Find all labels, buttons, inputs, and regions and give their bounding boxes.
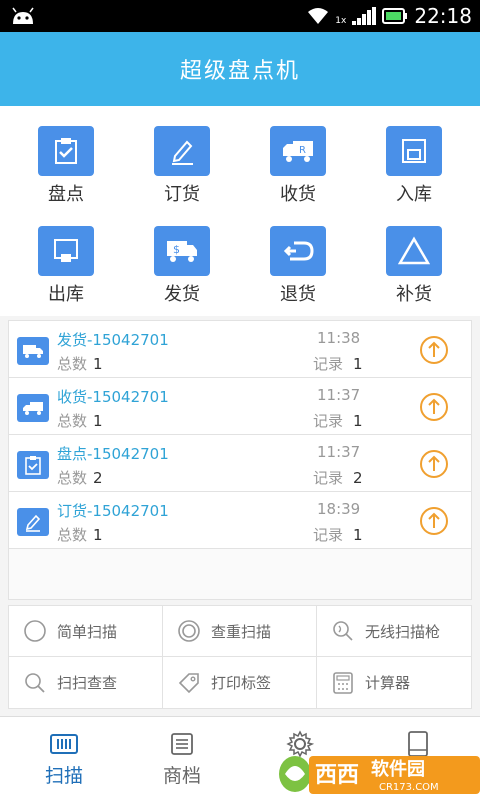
triangle-icon (386, 226, 442, 276)
tool-label: 简单扫描 (57, 622, 118, 641)
wifi-icon (308, 8, 329, 24)
record-time: 11:38 (317, 329, 361, 347)
upload-icon[interactable] (419, 392, 449, 422)
tool-label: 打印标签 (211, 674, 272, 692)
truck-icon (17, 337, 49, 365)
record-title: 收货-15042701 (57, 388, 169, 406)
tool-wireless-scanner[interactable]: 无线扫描枪 (317, 606, 471, 657)
battery-icon (382, 8, 408, 24)
network-type: 1x (335, 16, 347, 26)
tool-label: 扫扫查查 (57, 674, 118, 692)
grid-label: 入库 (396, 184, 432, 205)
circle-icon (21, 617, 49, 645)
record-time: 18:39 (317, 500, 361, 518)
svg-text:CR173.COM: CR173.COM (379, 782, 439, 793)
grid-item-stocktake[interactable]: 盘点 (8, 106, 124, 206)
record-total: 总数 1 (57, 355, 103, 373)
app-header: 超级盘点机 (0, 32, 480, 106)
record-total: 总数 1 (57, 412, 103, 430)
grid-item-receive[interactable]: R 收货 (240, 106, 356, 206)
tool-label: 无线扫描枪 (365, 622, 441, 641)
svg-text:软件园: 软件园 (371, 758, 425, 780)
svg-text:西西: 西西 (315, 763, 359, 788)
store-in-icon (386, 126, 442, 176)
double-circle-icon (175, 617, 203, 645)
clipboard-check-icon (38, 126, 94, 176)
record-title: 盘点-15042701 (57, 445, 169, 463)
nav-label: 商档 (162, 765, 201, 787)
grid-label: 出库 (48, 284, 84, 305)
return-arrow-icon (270, 226, 326, 276)
clock: 22:18 (414, 4, 472, 28)
store-out-icon (38, 226, 94, 276)
tool-dedup-scan[interactable]: 查重扫描 (163, 606, 317, 657)
pen-note-icon (17, 508, 49, 536)
watermark-logo: 西西 软件园 CR173.COM (279, 756, 480, 794)
upload-icon[interactable] (419, 335, 449, 365)
tool-label: 计算器 (365, 674, 411, 692)
upload-icon[interactable] (419, 506, 449, 536)
grid-item-stock-in[interactable]: 入库 (356, 106, 472, 206)
android-icon (12, 7, 34, 24)
record-total: 总数 2 (57, 469, 103, 487)
signal-icon (352, 7, 377, 25)
tool-label: 查重扫描 (211, 622, 272, 641)
record-time: 11:37 (317, 386, 361, 404)
grid-label: 补货 (396, 284, 432, 305)
tool-calculator[interactable]: 计算器 (317, 657, 471, 708)
record-time: 11:37 (317, 443, 361, 461)
page-title: 超级盘点机 (179, 59, 300, 84)
svg-text:$: $ (173, 243, 180, 256)
list-item[interactable]: 发货-15042701 总数 1 11:38 记录 1 (9, 321, 471, 378)
nav-label: 扫描 (44, 765, 83, 787)
wireless-scan-icon (329, 617, 357, 645)
pen-note-icon (154, 126, 210, 176)
tool-print-label[interactable]: 打印标签 (163, 657, 317, 708)
record-count: 记录 1 (313, 526, 363, 544)
grid-item-ship[interactable]: $ 发货 (124, 206, 240, 306)
calculator-icon (329, 669, 357, 697)
record-count: 记录 1 (313, 412, 363, 430)
function-grid: 盘点 订货 R 收货 入库 出库 $ 发货 退货 补货 (0, 106, 480, 316)
record-count: 记录 1 (313, 355, 363, 373)
tool-simple-scan[interactable]: 简单扫描 (9, 606, 163, 657)
list-item[interactable]: 收货-15042701 总数 1 11:37 记录 1 (9, 378, 471, 435)
receive-truck-icon: R (270, 126, 326, 176)
dollar-truck-icon: $ (154, 226, 210, 276)
record-count: 记录 2 (313, 469, 363, 487)
clipboard-check-icon (17, 451, 49, 479)
grid-label: 盘点 (48, 184, 84, 205)
list-item[interactable]: 订货-15042701 总数 1 18:39 记录 1 (9, 492, 471, 549)
record-total: 总数 1 (57, 526, 103, 544)
scan-icon (49, 731, 79, 757)
record-list: 发货-15042701 总数 1 11:38 记录 1 收货-15042701 总数… (8, 320, 472, 600)
nav-tab-products[interactable]: 商档 (122, 717, 242, 800)
truck-icon (17, 394, 49, 422)
grid-item-order[interactable]: 订货 (124, 106, 240, 206)
grid-label: 收货 (280, 184, 316, 205)
grid-label: 订货 (164, 184, 200, 205)
tool-scan-lookup[interactable]: 扫扫查查 (9, 657, 163, 708)
nav-tab-scan[interactable]: 扫描 (4, 717, 124, 800)
grid-item-return[interactable]: 退货 (240, 206, 356, 306)
grid-label: 发货 (164, 284, 200, 305)
tools-grid: 简单扫描 查重扫描 无线扫描枪 扫扫查查 打印标签 计算器 (8, 605, 472, 709)
grid-item-stock-out[interactable]: 出库 (8, 206, 124, 306)
grid-label: 退货 (280, 284, 316, 305)
status-bar: 1x 22:18 (0, 0, 480, 32)
svg-text:R: R (299, 145, 306, 156)
record-title: 订货-15042701 (57, 502, 169, 520)
list-icon (167, 731, 197, 757)
list-item[interactable]: 盘点-15042701 总数 2 11:37 记录 2 (9, 435, 471, 492)
record-title: 发货-15042701 (57, 331, 169, 349)
search-icon (21, 669, 49, 697)
upload-icon[interactable] (419, 449, 449, 479)
grid-item-replenish[interactable]: 补货 (356, 206, 472, 306)
tag-icon (175, 669, 203, 697)
